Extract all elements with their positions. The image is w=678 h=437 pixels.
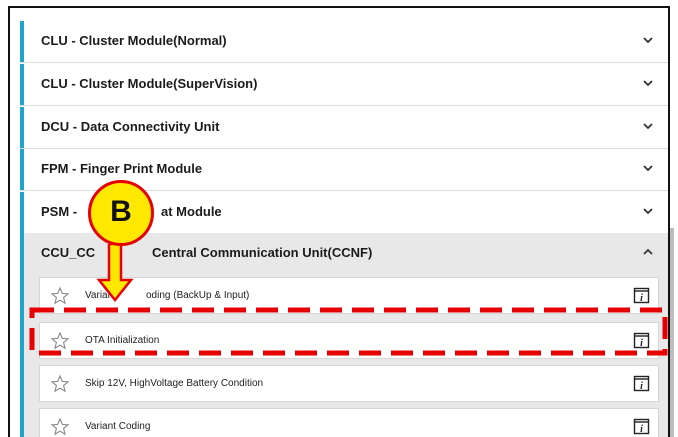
chevron-up-icon[interactable] bbox=[642, 246, 654, 258]
highlight-dashed-box bbox=[29, 307, 668, 356]
module-label: FPM - Finger Print Module bbox=[41, 161, 203, 176]
module-label-tail: Central Communication Unit(CCNF) bbox=[152, 245, 373, 260]
accent-bar bbox=[20, 64, 24, 105]
info-icon[interactable]: i bbox=[633, 287, 650, 304]
sub-item-label: Skip 12V, HighVoltage Battery Condition bbox=[85, 378, 264, 389]
star-outline-icon[interactable] bbox=[50, 374, 70, 394]
module-label: CLU - Cluster Module(SuperVision) bbox=[41, 76, 258, 91]
module-row-dcu[interactable]: DCU - Data Connectivity Unit bbox=[20, 107, 668, 149]
chevron-down-icon[interactable] bbox=[642, 34, 654, 46]
info-icon[interactable]: i bbox=[633, 418, 650, 435]
info-icon[interactable]: i bbox=[633, 375, 650, 392]
module-label: PSM - bbox=[41, 204, 78, 219]
scrollbar[interactable] bbox=[670, 228, 674, 437]
sub-item-label: Variant Coding bbox=[85, 421, 151, 432]
module-label: CCU_CC bbox=[41, 245, 96, 260]
module-row-clu-normal[interactable]: CLU - Cluster Module(Normal) bbox=[20, 21, 668, 63]
accent-bar bbox=[20, 149, 24, 190]
accent-bar bbox=[20, 274, 24, 437]
svg-text:i: i bbox=[640, 424, 643, 435]
svg-text:i: i bbox=[640, 293, 643, 304]
chevron-down-icon[interactable] bbox=[642, 77, 654, 89]
sub-item-variant-coding[interactable]: Variant Coding i bbox=[39, 408, 659, 437]
module-label-tail: at Module bbox=[161, 204, 222, 219]
accent-bar bbox=[20, 192, 24, 233]
down-arrow-icon bbox=[96, 244, 134, 303]
accent-bar bbox=[20, 233, 24, 276]
chevron-down-icon[interactable] bbox=[642, 120, 654, 132]
chevron-down-icon[interactable] bbox=[642, 205, 654, 217]
star-outline-icon[interactable] bbox=[50, 286, 70, 306]
star-outline-icon[interactable] bbox=[50, 417, 70, 437]
svg-text:i: i bbox=[640, 381, 643, 392]
callout-badge: B bbox=[88, 180, 154, 246]
chevron-down-icon[interactable] bbox=[642, 162, 654, 174]
accent-bar bbox=[20, 107, 24, 148]
sub-item-skip-12v[interactable]: Skip 12V, HighVoltage Battery Condition … bbox=[39, 365, 659, 402]
module-row-clu-supervision[interactable]: CLU - Cluster Module(SuperVision) bbox=[20, 64, 668, 106]
module-label: DCU - Data Connectivity Unit bbox=[41, 119, 220, 134]
callout-letter: B bbox=[110, 195, 132, 228]
accent-bar bbox=[20, 21, 24, 62]
module-label: CLU - Cluster Module(Normal) bbox=[41, 33, 227, 48]
sub-item-label-tail: oding (BackUp & Input) bbox=[146, 290, 250, 301]
